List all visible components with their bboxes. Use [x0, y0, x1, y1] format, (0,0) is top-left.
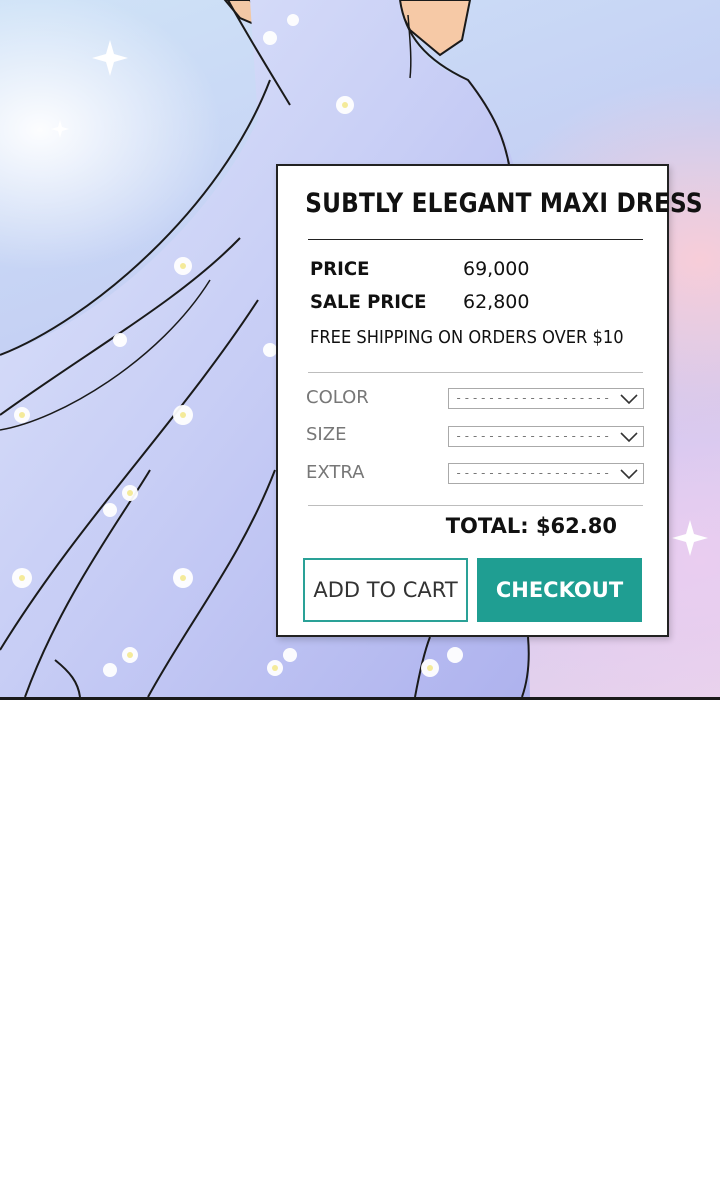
sale-price-value: 62,800	[463, 291, 530, 313]
size-select[interactable]: -------------------	[448, 426, 644, 447]
price-label: PRICE	[310, 258, 370, 280]
checkout-button[interactable]: CHECKOUT	[477, 558, 642, 622]
size-select-value: -------------------	[455, 429, 612, 443]
product-card: SUBTLY ELEGANT MAXI DRESS PRICE 69,000 S…	[276, 164, 703, 637]
color-label: COLOR	[306, 387, 369, 408]
extra-select[interactable]: -------------------	[448, 463, 644, 484]
sale-price-label: SALE PRICE	[310, 291, 427, 313]
options-divider	[308, 372, 643, 373]
price-value: 69,000	[463, 258, 530, 280]
chevron-down-icon	[620, 432, 638, 443]
extra-select-value: -------------------	[455, 466, 612, 480]
chevron-down-icon	[620, 469, 638, 480]
size-label: SIZE	[306, 424, 347, 445]
extra-label: EXTRA	[306, 462, 365, 483]
total-amount: TOTAL: $62.80	[445, 514, 617, 538]
shipping-note: FREE SHIPPING ON ORDERS OVER $10	[310, 328, 624, 348]
blank-gutter	[0, 700, 720, 1197]
color-select-value: -------------------	[455, 391, 612, 405]
product-title: SUBTLY ELEGANT MAXI DRESS	[305, 188, 703, 219]
add-to-cart-button[interactable]: ADD TO CART	[303, 558, 468, 622]
color-select[interactable]: -------------------	[448, 388, 644, 409]
chevron-down-icon	[620, 394, 638, 405]
total-divider	[308, 505, 643, 506]
title-divider	[308, 239, 643, 240]
